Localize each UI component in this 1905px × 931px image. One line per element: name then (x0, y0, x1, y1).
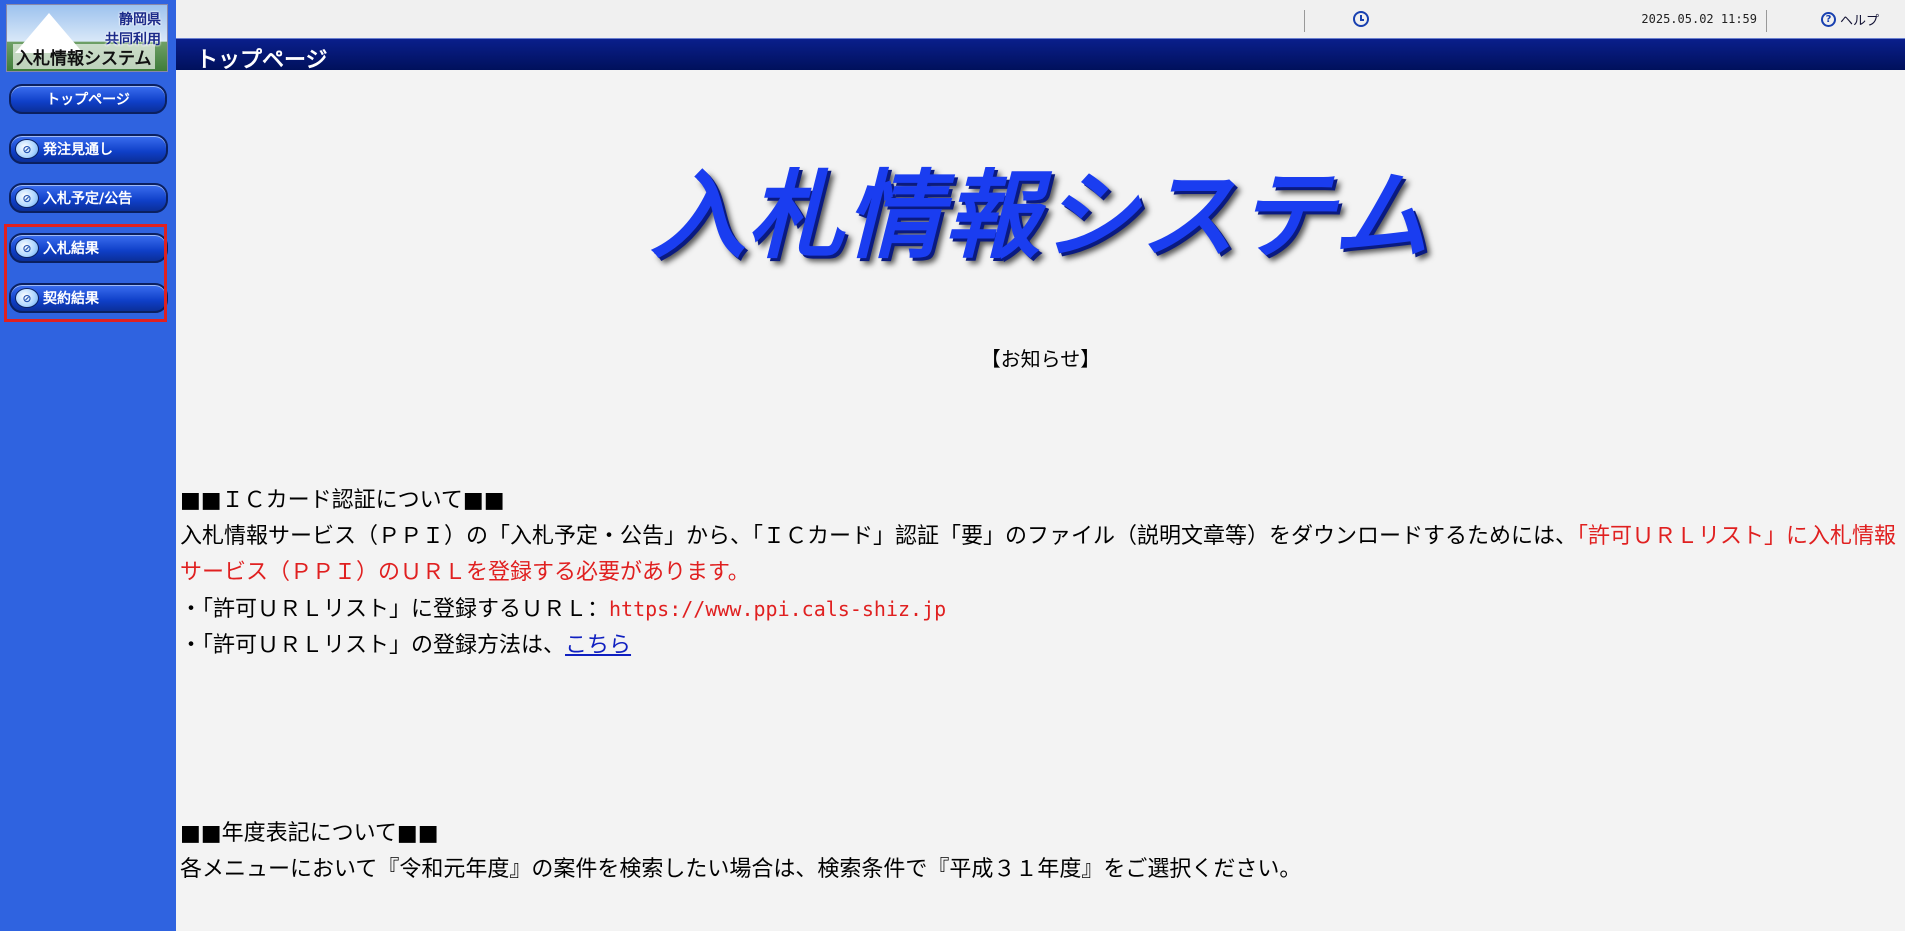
ic-card-text-body: 入札情報サービス（ＰＰＩ）の「入札予定・公告」から、「ＩＣカード」認証「要」のフ… (180, 524, 1578, 549)
allowed-url-bullet: ・「許可ＵＲＬリスト」に登録するＵＲＬ：https://www.ppi.cals… (180, 591, 1900, 628)
header-divider (1766, 10, 1767, 32)
help-label: ヘルプ (1840, 14, 1880, 29)
system-logo[interactable]: 静岡県 共同利用 入札情報システム (6, 4, 168, 72)
registration-method-bullet: ・「許可ＵＲＬリスト」の登録方法は、こちら (180, 628, 1900, 664)
sidebar-item-label: 発注見通し (43, 142, 113, 158)
help-icon: ? (1821, 12, 1836, 27)
sidebar-item-bid-schedule[interactable]: ⊘ 入札予定/公告 (9, 183, 168, 213)
header-divider (1304, 10, 1305, 32)
allowed-url-label: ・「許可ＵＲＬリスト」に登録するＵＲＬ： (180, 597, 610, 622)
sidebar-item-order-forecast[interactable]: ⊘ 発注見通し (9, 134, 168, 164)
notice-heading: 【お知らせ】 (980, 347, 1101, 371)
top-page-button[interactable]: トップページ (9, 84, 167, 114)
sidebar: 静岡県 共同利用 入札情報システム トップページ ⊘ 発注見通し ⊘ 入札予定/… (0, 0, 176, 931)
ic-card-notice: ■■ＩＣカード認証について■■ 入札情報サービス（ＰＰＩ）の「入札予定・公告」か… (180, 483, 1900, 664)
logo-prefecture: 静岡県 (119, 12, 161, 28)
logo-system-name: 入札情報システム (13, 44, 155, 69)
clock-icon (1353, 11, 1369, 27)
header-bar: 2025.05.02 11:59 ? ヘルプ (176, 0, 1905, 39)
help-button[interactable]: ? ヘルプ (1821, 10, 1879, 29)
ic-card-heading: ■■ＩＣカード認証について■■ (180, 488, 505, 513)
registration-method-link[interactable]: こちら (565, 633, 631, 658)
fiscal-year-text: 各メニューにおいて『令和元年度』の案件を検索したい場合は、検索条件で『平成３１年… (180, 857, 1302, 882)
sidebar-item-label: 入札予定/公告 (43, 191, 133, 207)
current-datetime: 2025.05.02 11:59 (1641, 12, 1757, 26)
ic-card-text: 入札情報サービス（ＰＰＩ）の「入札予定・公告」から、「ＩＣカード」認証「要」のフ… (180, 519, 1900, 591)
allowed-url-value: https://www.ppi.cals-shiz.jp (609, 597, 947, 621)
fiscal-year-notice: ■■年度表記について■■ 各メニューにおいて『令和元年度』の案件を検索したい場合… (180, 816, 1900, 888)
system-title-banner: 入札情報システム (649, 160, 1432, 272)
highlight-box (4, 224, 167, 322)
fiscal-year-heading: ■■年度表記について■■ (180, 821, 439, 846)
main-content: 入札情報システム 【お知らせ】 ■■ＩＣカード認証について■■ 入札情報サービス… (176, 70, 1905, 931)
globe-icon: ⊘ (15, 188, 39, 208)
top-page-button-label: トップページ (46, 92, 130, 108)
title-bar: トップページ (176, 38, 1905, 73)
registration-method-label: ・「許可ＵＲＬリスト」の登録方法は、 (180, 633, 566, 658)
globe-icon: ⊘ (15, 139, 39, 159)
